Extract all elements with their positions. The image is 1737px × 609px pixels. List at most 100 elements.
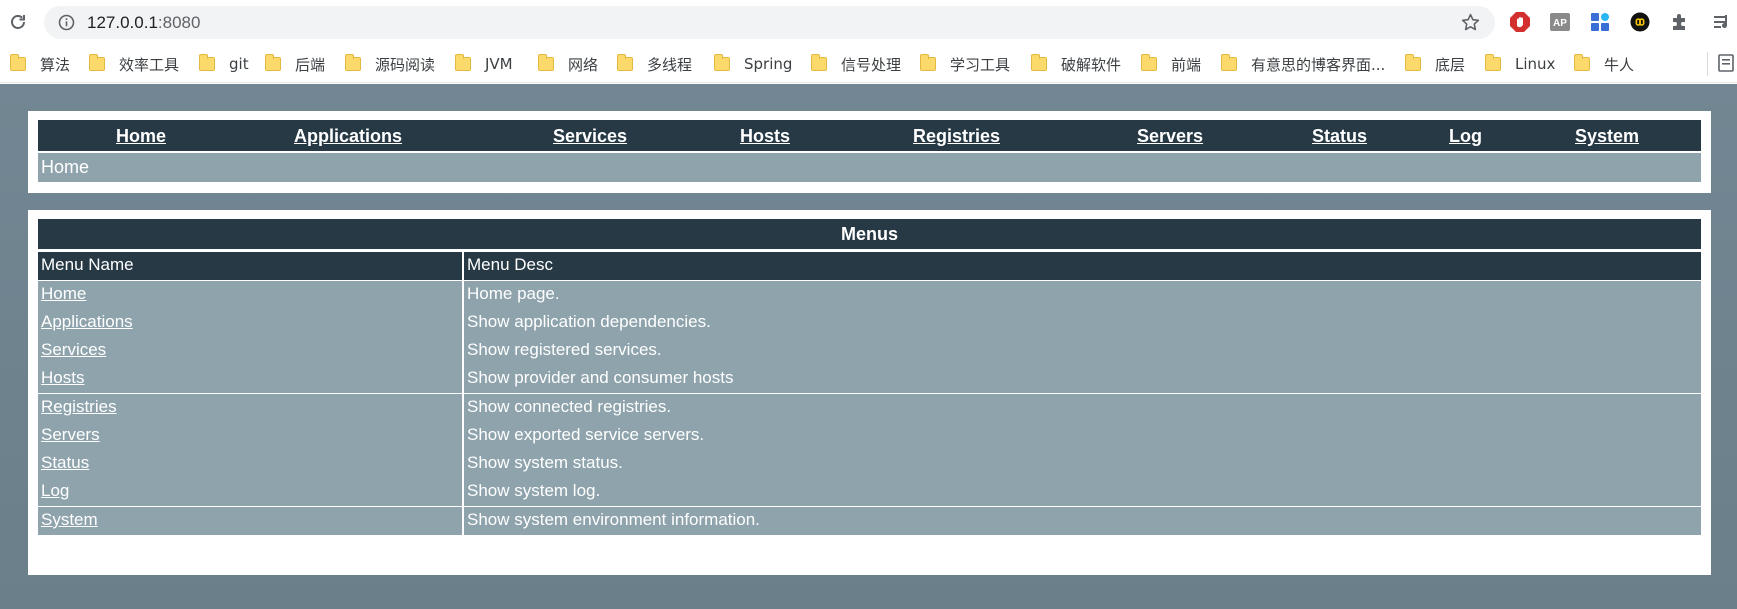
folder-icon (10, 54, 26, 71)
bookmark-folder[interactable]: 网络 (538, 54, 598, 74)
bookmark-folder[interactable]: 效率工具 (89, 54, 179, 74)
bookmark-folder[interactable]: 学习工具 (920, 54, 1010, 74)
bookmark-folder[interactable]: 前端 (1141, 54, 1201, 74)
folder-icon (455, 54, 471, 71)
folder-icon (199, 54, 215, 71)
nav-status[interactable]: Status (1312, 126, 1367, 147)
browser-toolbar: 127.0.0.1:8080 AP (0, 0, 1737, 45)
nav-services[interactable]: Services (553, 126, 627, 147)
table-row-name-cell: System (38, 507, 462, 535)
menu-link[interactable]: Hosts (41, 368, 84, 387)
infinity-extension-icon[interactable] (1629, 11, 1651, 33)
menu-link[interactable]: Applications (41, 312, 133, 331)
folder-icon (89, 54, 105, 71)
bookmark-folder[interactable]: 牛人 (1574, 54, 1634, 74)
breadcrumb: Home (38, 153, 1701, 182)
table-row-desc-cell: Show provider and consumer hosts (464, 365, 1701, 393)
bookmark-label: 底层 (1435, 55, 1466, 74)
menu-link[interactable]: Registries (41, 397, 117, 416)
table-row-name-cell: Log (38, 478, 462, 506)
nav-servers[interactable]: Servers (1137, 126, 1203, 147)
folder-icon (345, 54, 361, 71)
ap-extension-icon[interactable]: AP (1549, 11, 1571, 33)
bookmark-label: 前端 (1171, 55, 1202, 74)
bookmark-label: 算法 (40, 55, 71, 74)
bookmark-folder[interactable]: 源码阅读 (345, 54, 435, 74)
table-row-name-cell: Home (38, 281, 462, 309)
table-title: Menus (38, 219, 1701, 249)
extensions-puzzle-icon[interactable] (1669, 11, 1691, 33)
table-row-desc-cell: Show application dependencies. (464, 309, 1701, 337)
folder-icon (1574, 54, 1590, 71)
nav-system[interactable]: System (1575, 126, 1639, 147)
menu-link[interactable]: Servers (41, 425, 100, 444)
bookmark-folder[interactable]: 有意思的博客界面... (1221, 54, 1385, 74)
bookmark-label: 学习工具 (950, 55, 1011, 74)
table-row-name-cell: Servers (38, 422, 462, 450)
table-row-name-cell: Services (38, 337, 462, 365)
bookmarks-bar: 算法 效率工具 git 后端 源码阅读 JVM 网络 多线程 Spring 信号… (0, 45, 1737, 83)
bookmark-folder[interactable]: git (199, 54, 249, 74)
bookmark-label: Linux (1515, 55, 1556, 73)
nav-hosts[interactable]: Hosts (740, 126, 790, 147)
nav-applications[interactable]: Applications (294, 126, 402, 147)
bookmark-folder[interactable]: Spring (714, 54, 792, 74)
table-row-desc-cell: Show system status. (464, 450, 1701, 478)
bookmark-label: 多线程 (647, 55, 693, 74)
bookmark-label: 网络 (568, 55, 599, 74)
column-header-menu-desc: Menu Desc (464, 252, 1701, 280)
nav-home[interactable]: Home (116, 126, 166, 147)
grid-extension-icon[interactable] (1589, 11, 1611, 33)
reload-icon[interactable] (7, 11, 29, 33)
table-row-name-cell: Status (38, 450, 462, 478)
menu-link[interactable]: System (41, 510, 98, 529)
folder-icon (1221, 54, 1237, 71)
folder-icon (1031, 54, 1047, 71)
table-row-desc-cell: Show system environment information. (464, 507, 1701, 535)
bookmark-folder[interactable]: 多线程 (617, 54, 692, 74)
nav-panel: Home Applications Services Hosts Registr… (28, 111, 1711, 193)
reading-list-icon[interactable] (1718, 53, 1737, 73)
bookmark-label: JVM (485, 55, 513, 73)
nav-log[interactable]: Log (1449, 126, 1482, 147)
bookmark-folder[interactable]: Linux (1485, 54, 1555, 74)
bookmark-star-icon[interactable] (1460, 12, 1481, 33)
table-row-desc-cell: Show registered services. (464, 337, 1701, 365)
menu-link[interactable]: Home (41, 284, 86, 303)
table-row-desc-cell: Show exported service servers. (464, 422, 1701, 450)
adblock-icon[interactable] (1509, 11, 1531, 33)
bookmark-label: 源码阅读 (375, 55, 436, 74)
bookmark-label: 破解软件 (1061, 55, 1122, 74)
bookmark-folder[interactable]: 算法 (10, 54, 70, 74)
bookmark-folder[interactable]: 后端 (265, 54, 325, 74)
bookmark-folder[interactable]: JVM (455, 54, 513, 74)
info-icon[interactable] (58, 14, 75, 31)
folder-icon (1141, 54, 1157, 71)
menu-link[interactable]: Log (41, 481, 69, 500)
bookmark-label: 效率工具 (119, 55, 180, 74)
column-header-menu-name: Menu Name (38, 252, 462, 280)
menus-panel: Menus Menu Name Menu Desc Home Home page.… (28, 210, 1711, 575)
folder-icon (617, 54, 633, 71)
bookmark-label: 后端 (295, 55, 326, 74)
table-row-name-cell: Hosts (38, 365, 462, 393)
url-port: :8080 (157, 13, 201, 32)
nav-registries[interactable]: Registries (913, 126, 1000, 147)
folder-icon (265, 54, 281, 71)
bookmark-folder[interactable]: 破解软件 (1031, 54, 1121, 74)
bookmark-label: Spring (744, 55, 793, 73)
folder-icon (714, 54, 730, 71)
bookmark-label: 牛人 (1604, 55, 1635, 74)
menu-link[interactable]: Services (41, 340, 106, 359)
main-nav: Home Applications Services Hosts Registr… (38, 120, 1701, 151)
folder-icon (1485, 54, 1501, 71)
svg-text:AP: AP (1553, 18, 1567, 29)
page-background: Home Applications Services Hosts Registr… (0, 84, 1737, 609)
menu-link[interactable]: Status (41, 453, 89, 472)
media-control-icon[interactable] (1712, 11, 1734, 33)
bookmark-folder[interactable]: 底层 (1405, 54, 1465, 74)
table-row-desc-cell: Home page. (464, 281, 1701, 309)
folder-icon (538, 54, 554, 71)
address-bar[interactable]: 127.0.0.1:8080 (44, 6, 1495, 39)
bookmark-folder[interactable]: 信号处理 (811, 54, 901, 74)
